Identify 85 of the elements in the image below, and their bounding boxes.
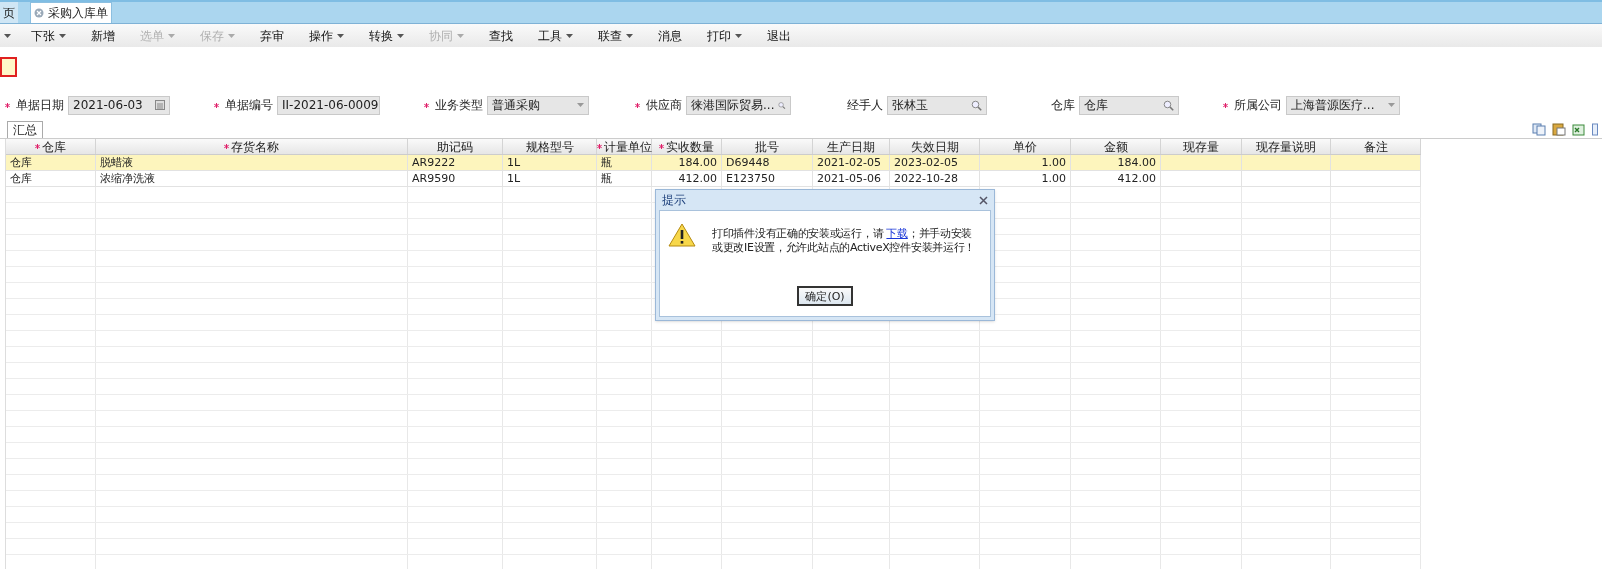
table-row[interactable]: 仓库 浓缩净洗液 AR9590 1L 瓶 412.00 E123750 2021-05-06 2022-10-28 1.00 412.00 bbox=[6, 171, 1421, 187]
column-header[interactable]: 批号 bbox=[722, 139, 813, 154]
table-cell: 1L bbox=[507, 157, 521, 168]
table-cell: 瓶 bbox=[601, 157, 612, 168]
toolbar-button[interactable]: 退出 bbox=[759, 25, 799, 46]
table-cell: AR9222 bbox=[412, 157, 456, 168]
field-label: 所属公司 bbox=[1234, 97, 1282, 114]
column-header[interactable]: 计量单位 bbox=[597, 139, 652, 154]
caret-icon[interactable] bbox=[577, 103, 584, 107]
column-header[interactable]: 存货名称 bbox=[96, 139, 408, 154]
toolbar-button[interactable]: 联查 bbox=[590, 25, 641, 46]
select-field[interactable]: 上海普源医疗... bbox=[1286, 95, 1400, 115]
field-label: 经手人 bbox=[847, 97, 883, 114]
table-cell: 1.00 bbox=[1041, 173, 1066, 184]
column-header[interactable]: 单价 bbox=[980, 139, 1071, 154]
paste-icon[interactable] bbox=[1552, 123, 1566, 136]
table-row[interactable]: 仓库 脱蜡液 AR9222 1L 瓶 184.00 D69448 2021-02-05 2023-02-05 1.00 184.00 bbox=[6, 155, 1421, 171]
table-cell: 412.00 bbox=[1117, 173, 1156, 184]
toolbar-button[interactable]: 弃审 bbox=[252, 25, 292, 46]
table-cell: AR9590 bbox=[412, 173, 456, 184]
field-label: 单据日期 bbox=[16, 97, 64, 114]
column-header[interactable]: 助记码 bbox=[408, 139, 503, 154]
table-cell: 浓缩净洗液 bbox=[100, 173, 155, 184]
table-cell: 1.00 bbox=[1041, 157, 1066, 168]
input-field[interactable]: 徕港国际贸易... bbox=[686, 95, 791, 115]
table-cell: 仓库 bbox=[10, 157, 32, 168]
caret-icon[interactable] bbox=[1388, 103, 1395, 107]
table-cell: 2022-10-28 bbox=[894, 173, 958, 184]
column-header[interactable]: 现存量说明 bbox=[1242, 139, 1331, 154]
toolbar-button[interactable]: 转换 bbox=[361, 25, 412, 46]
calendar-icon[interactable] bbox=[155, 100, 165, 110]
column-header[interactable]: 仓库 bbox=[6, 139, 96, 154]
table-cell: 2021-05-06 bbox=[817, 173, 881, 184]
toolbar-button[interactable]: 操作 bbox=[301, 25, 352, 46]
tab[interactable]: 采购入库单 bbox=[30, 2, 112, 23]
search-icon[interactable] bbox=[1163, 99, 1174, 111]
dialog-message: 打印插件没有正确的安装或运行，请 下载；并手动安装或更改IE设置，允许此站点的ActiveX控件安装并运行！ bbox=[712, 226, 977, 255]
toolbar-button[interactable]: 工具 bbox=[530, 25, 581, 46]
search-icon[interactable] bbox=[971, 99, 982, 111]
table-cell: E123750 bbox=[726, 173, 775, 184]
column-header[interactable]: 生产日期 bbox=[813, 139, 890, 154]
select-field[interactable]: 普通采购 bbox=[487, 95, 589, 115]
table-cell: 2023-02-05 bbox=[894, 157, 958, 168]
export-icon[interactable] bbox=[1572, 123, 1586, 136]
input-field[interactable]: 2021-06-03 bbox=[68, 95, 170, 115]
document-icon[interactable] bbox=[1592, 123, 1598, 136]
column-header[interactable]: 失效日期 bbox=[890, 139, 980, 154]
tab[interactable]: 汇总 bbox=[7, 121, 43, 138]
input-field[interactable]: II-2021-06-0009 bbox=[277, 95, 380, 115]
table-cell: 瓶 bbox=[601, 173, 612, 184]
toolbar-button[interactable]: 下张 bbox=[23, 25, 74, 46]
column-header[interactable]: 现存量 bbox=[1161, 139, 1242, 154]
dialog-title: 提示 bbox=[662, 192, 686, 209]
table-cell: 1L bbox=[507, 173, 521, 184]
field-label: 业务类型 bbox=[435, 97, 483, 114]
toolbar-button[interactable]: 新增 bbox=[83, 25, 123, 46]
column-header[interactable]: 实收数量 bbox=[652, 139, 722, 154]
tab[interactable]: 页 bbox=[0, 2, 18, 23]
input-field[interactable]: 仓库 bbox=[1079, 95, 1179, 115]
search-icon[interactable] bbox=[778, 99, 786, 111]
field-label: 单据编号 bbox=[225, 97, 273, 114]
field-label: 供应商 bbox=[646, 97, 682, 114]
column-header[interactable]: 金额 bbox=[1071, 139, 1161, 154]
status-stamp bbox=[0, 57, 17, 77]
download-link[interactable]: 下载 bbox=[886, 227, 908, 240]
table-cell: D69448 bbox=[726, 157, 770, 168]
toolbar-button[interactable]: 查找 bbox=[481, 25, 521, 46]
toolbar-button[interactable]: 打印 bbox=[699, 25, 750, 46]
table-cell: 184.00 bbox=[1117, 157, 1156, 168]
table-cell: 仓库 bbox=[10, 173, 32, 184]
field-label: 仓库 bbox=[1051, 97, 1075, 114]
column-header[interactable]: 规格型号 bbox=[503, 139, 597, 154]
ok-button[interactable]: 确定(O) bbox=[797, 286, 853, 306]
toolbar-button[interactable]: 消息 bbox=[650, 25, 690, 46]
input-field[interactable]: 张林玉 bbox=[887, 95, 987, 115]
table-cell: 2021-02-05 bbox=[817, 157, 881, 168]
table-cell: 脱蜡液 bbox=[100, 157, 133, 168]
copy-icon[interactable] bbox=[1532, 123, 1546, 136]
table-cell: 184.00 bbox=[678, 157, 717, 168]
caret-icon bbox=[4, 33, 11, 38]
warning-icon bbox=[668, 223, 696, 247]
close-icon[interactable] bbox=[34, 8, 44, 18]
close-icon[interactable] bbox=[979, 195, 988, 205]
column-header[interactable]: 备注 bbox=[1331, 139, 1421, 154]
table-cell: 412.00 bbox=[678, 173, 717, 184]
